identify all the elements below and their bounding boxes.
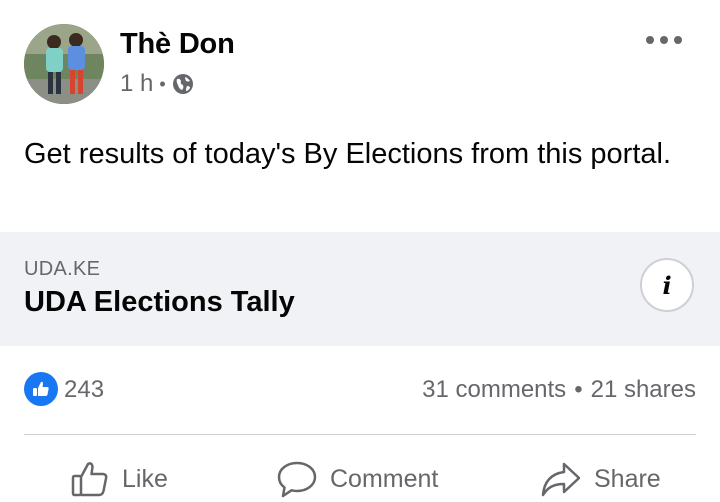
globe-icon[interactable]: [172, 73, 194, 95]
link-title: UDA Elections Tally: [24, 286, 295, 318]
info-button[interactable]: i: [640, 258, 694, 312]
comment-count[interactable]: 31 comments: [422, 376, 566, 404]
share-label: Share: [594, 464, 661, 493]
share-button[interactable]: Share: [540, 456, 661, 502]
reaction-stats: 243 31 comments • 21 shares: [24, 370, 696, 410]
divider: [24, 434, 696, 435]
like-label: Like: [122, 464, 168, 493]
post-text: Get results of today's By Elections from…: [24, 138, 672, 170]
like-count[interactable]: 243: [64, 376, 104, 404]
comment-label: Comment: [330, 464, 439, 493]
thumbs-up-icon: [70, 459, 110, 499]
post-header: Thè Don 1 h •: [24, 24, 696, 104]
avatar[interactable]: [24, 24, 104, 104]
comment-button[interactable]: Comment: [276, 456, 438, 502]
info-icon: i: [662, 270, 672, 300]
meta-separator: •: [159, 73, 166, 94]
stats-separator: •: [574, 376, 583, 403]
more-options-icon[interactable]: [646, 30, 682, 50]
post-time[interactable]: 1 h: [120, 70, 153, 98]
comments-shares: 31 comments • 21 shares: [422, 376, 696, 404]
post-meta: 1 h •: [120, 70, 194, 98]
author-name[interactable]: Thè Don: [120, 28, 235, 61]
share-arrow-icon: [540, 459, 582, 499]
like-reaction-icon[interactable]: [24, 372, 58, 406]
action-bar: Like Comment Share: [0, 450, 720, 502]
link-domain: UDA.KE: [24, 258, 101, 280]
link-preview-card[interactable]: UDA.KE UDA Elections Tally: [0, 232, 720, 346]
like-button[interactable]: Like: [70, 456, 168, 502]
speech-bubble-icon: [276, 459, 318, 499]
share-count[interactable]: 21 shares: [591, 376, 696, 404]
